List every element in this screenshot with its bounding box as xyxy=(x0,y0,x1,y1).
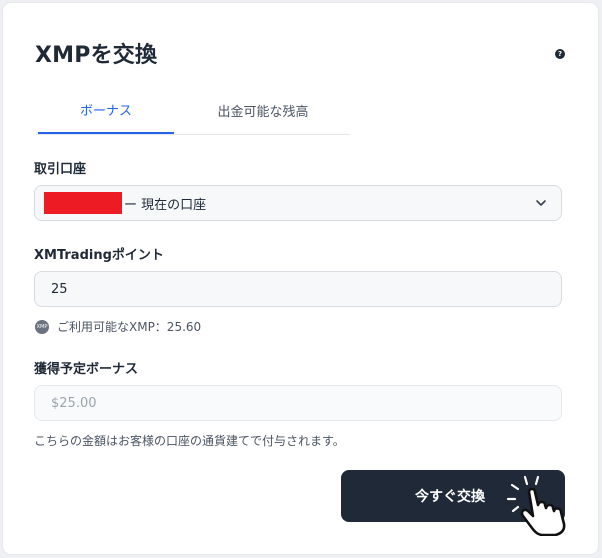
points-input-value: 25 xyxy=(51,281,68,297)
bonus-output-value: $25.00 xyxy=(51,395,97,411)
available-xmp: XMP ご利用可能なXMP：25.60 xyxy=(35,318,201,335)
bonus-output-field: $25.00 xyxy=(34,385,562,421)
page-title: XMPを交換 xyxy=(35,43,158,68)
account-select-value: ー 現在の口座 xyxy=(124,197,207,213)
redacted-account-number xyxy=(44,192,122,214)
chevron-down-icon xyxy=(536,200,546,206)
tab-bonus[interactable]: ボーナス xyxy=(38,87,174,134)
account-select[interactable]: ー 現在の口座 xyxy=(34,185,562,221)
tab-withdrawable-balance[interactable]: 出金可能な残高 xyxy=(176,87,350,133)
xmp-coin-icon: XMP xyxy=(35,319,49,334)
points-input[interactable]: 25 xyxy=(34,271,562,307)
bonus-label: 獲得予定ボーナス xyxy=(34,362,139,377)
account-label: 取引口座 xyxy=(34,162,87,177)
help-icon[interactable]: ? xyxy=(555,49,565,59)
currency-note: こちらの金額はお客様の口座の通貨建てで付与されます。 xyxy=(34,434,345,448)
available-xmp-text: ご利用可能なXMP：25.60 xyxy=(57,320,202,334)
tab-bar: ボーナス 出金可能な残高 xyxy=(36,87,350,135)
pointing-hand-icon xyxy=(506,475,566,536)
points-label: XMTradingポイント xyxy=(34,248,164,263)
